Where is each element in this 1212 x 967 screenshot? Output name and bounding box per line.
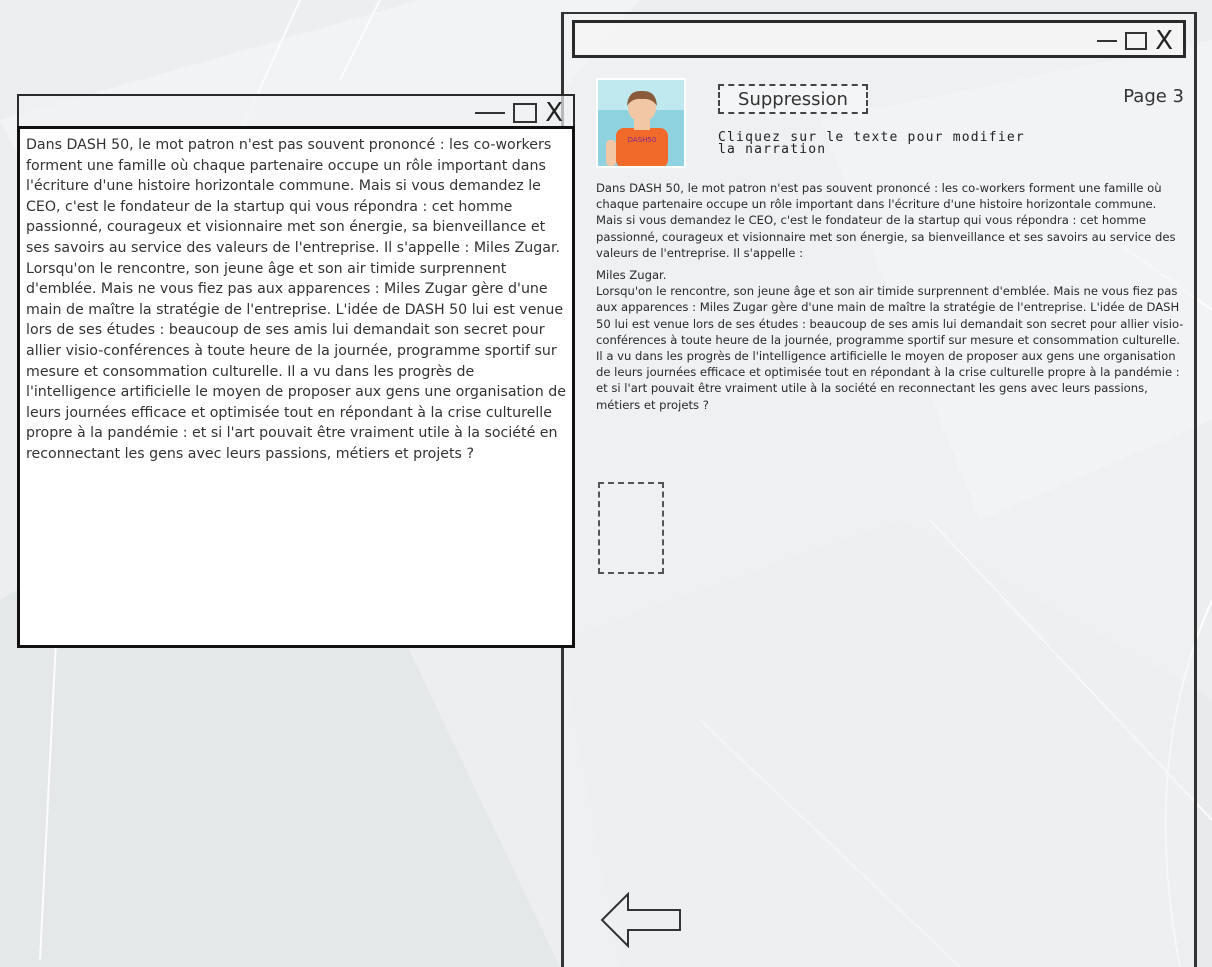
minimize-icon[interactable] (1097, 40, 1118, 42)
page-preview-window: X DASH50 Suppression Page 3 Cliquez sur … (561, 12, 1197, 967)
maximize-icon[interactable] (513, 103, 538, 123)
narration-editor-window: X Dans DASH 50, le mot patron n'est pas … (17, 94, 575, 648)
minimize-icon[interactable] (475, 112, 506, 114)
narration-editor-textarea[interactable]: Dans DASH 50, le mot patron n'est pas so… (17, 126, 575, 648)
close-icon[interactable]: X (1155, 28, 1173, 54)
narration-paragraph-2[interactable]: Miles Zugar. (596, 267, 1186, 283)
narration-paragraph-3[interactable]: Lorsqu'on le rencontre, son jeune âge et… (596, 283, 1186, 413)
narration-paragraph-1[interactable]: Dans DASH 50, le mot patron n'est pas so… (596, 180, 1186, 261)
avatar-shirt-text: DASH50 (628, 136, 657, 144)
avatar: DASH50 (596, 78, 686, 168)
page-preview-titlebar[interactable]: X (572, 20, 1186, 58)
page-number: Page 3 (1123, 86, 1184, 107)
delete-button[interactable]: Suppression (718, 84, 868, 114)
maximize-icon[interactable] (1125, 32, 1148, 50)
image-placeholder-icon[interactable] (598, 482, 664, 574)
narration-text[interactable]: Dans DASH 50, le mot patron n'est pas so… (596, 180, 1186, 413)
narration-editor-titlebar[interactable]: X (17, 94, 575, 128)
close-icon[interactable]: X (545, 100, 563, 126)
arrow-left-outline-icon[interactable] (600, 892, 684, 948)
edit-hint: Cliquez sur le texte pour modifier la na… (718, 130, 1025, 157)
